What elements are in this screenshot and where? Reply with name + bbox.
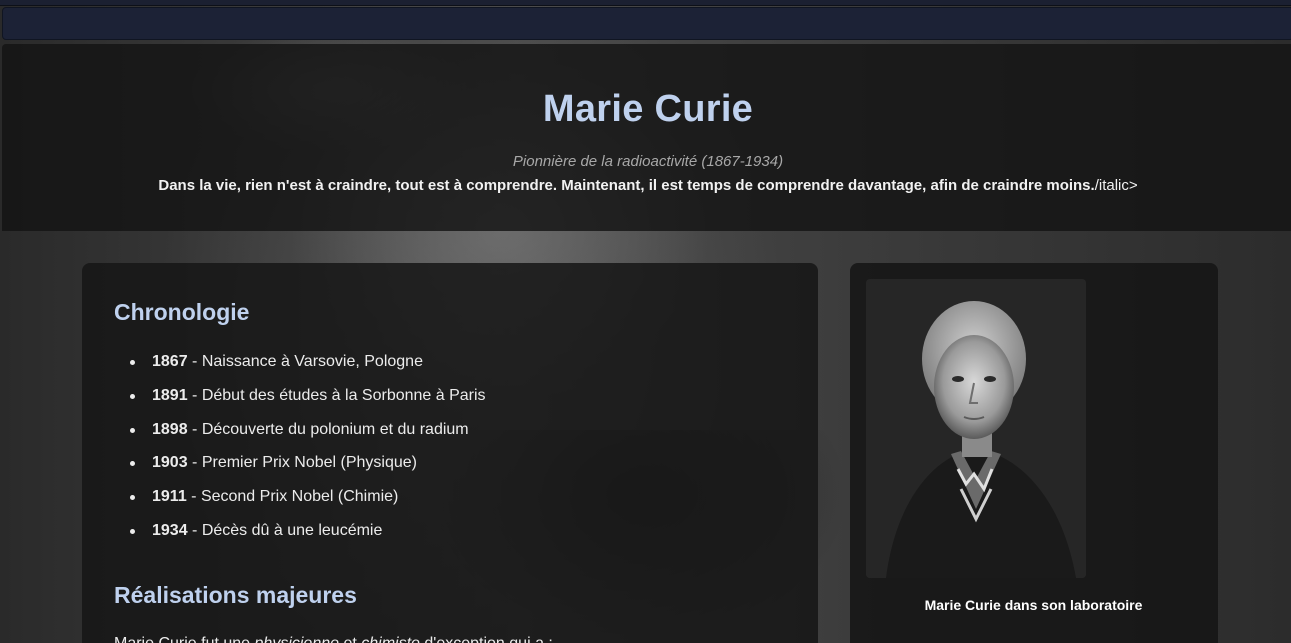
timeline-heading: Chronologie [114,299,250,325]
timeline-item: 1934 - Décès dû à une leucémie [130,521,786,555]
quote: Dans la vie, rien n'est à craindre, tout… [2,177,1291,194]
portrait-image [866,279,1086,578]
timeline-year: 1934 [152,521,188,539]
navigation-bar [2,7,1291,40]
top-strip [0,0,1291,6]
quote-text: Dans la vie, rien n'est à craindre, tout… [158,177,1095,194]
intro-part: Marie Curie fut une [114,635,255,643]
timeline-text: - Second Prix Nobel (Chimie) [186,488,399,506]
timeline-text: - Découverte du polonium et du radium [187,420,469,438]
intro-emphasis: chimiste [361,635,420,643]
timeline-text: - Décès dû à une leucémie [187,521,383,539]
timeline-item: 1891 - Début des études à la Sorbonne à … [130,386,786,420]
timeline-item: 1903 - Premier Prix Nobel (Physique) [130,453,786,487]
timeline-item: 1898 - Découverte du polonium et du radi… [130,420,786,454]
quote-tail: /italic> [1094,177,1138,194]
portrait-illustration [866,279,1086,578]
intro-emphasis: physicienne [255,635,340,643]
main-content-card: Chronologie 1867 - Naissance à Varsovie,… [82,263,818,643]
intro-part: d'exception qui a : [420,635,552,643]
page-subtitle: Pionnière de la radioactivité (1867-1934… [512,153,784,170]
timeline-text: - Naissance à Varsovie, Pologne [187,353,423,370]
timeline-year: 1903 [152,454,188,472]
timeline-item: 1911 - Second Prix Nobel (Chimie) [130,487,786,521]
page-title: Marie Curie [542,88,754,130]
timeline-list: 1867 - Naissance à Varsovie, Pologne 189… [130,352,786,555]
timeline-year: 1911 [152,488,187,506]
achievements-heading: Réalisations majeures [114,581,357,608]
achievements-intro: Marie Curie fut une physicienne et chimi… [114,635,786,643]
timeline-year: 1898 [152,420,188,438]
timeline-item: 1867 - Naissance à Varsovie, Pologne [130,352,786,386]
hero-header: Marie Curie Pionnière de la radioactivit… [2,44,1291,231]
timeline-year: 1891 [152,386,188,404]
timeline-year: 1867 [152,353,188,370]
timeline-text: - Début des études à la Sorbonne à Paris [187,386,486,404]
intro-part: et [339,635,361,643]
sidebar-card: Marie Curie dans son laboratoire [850,263,1218,643]
portrait-caption: Marie Curie dans son laboratoire [924,597,1143,613]
timeline-text: - Premier Prix Nobel (Physique) [187,454,417,472]
